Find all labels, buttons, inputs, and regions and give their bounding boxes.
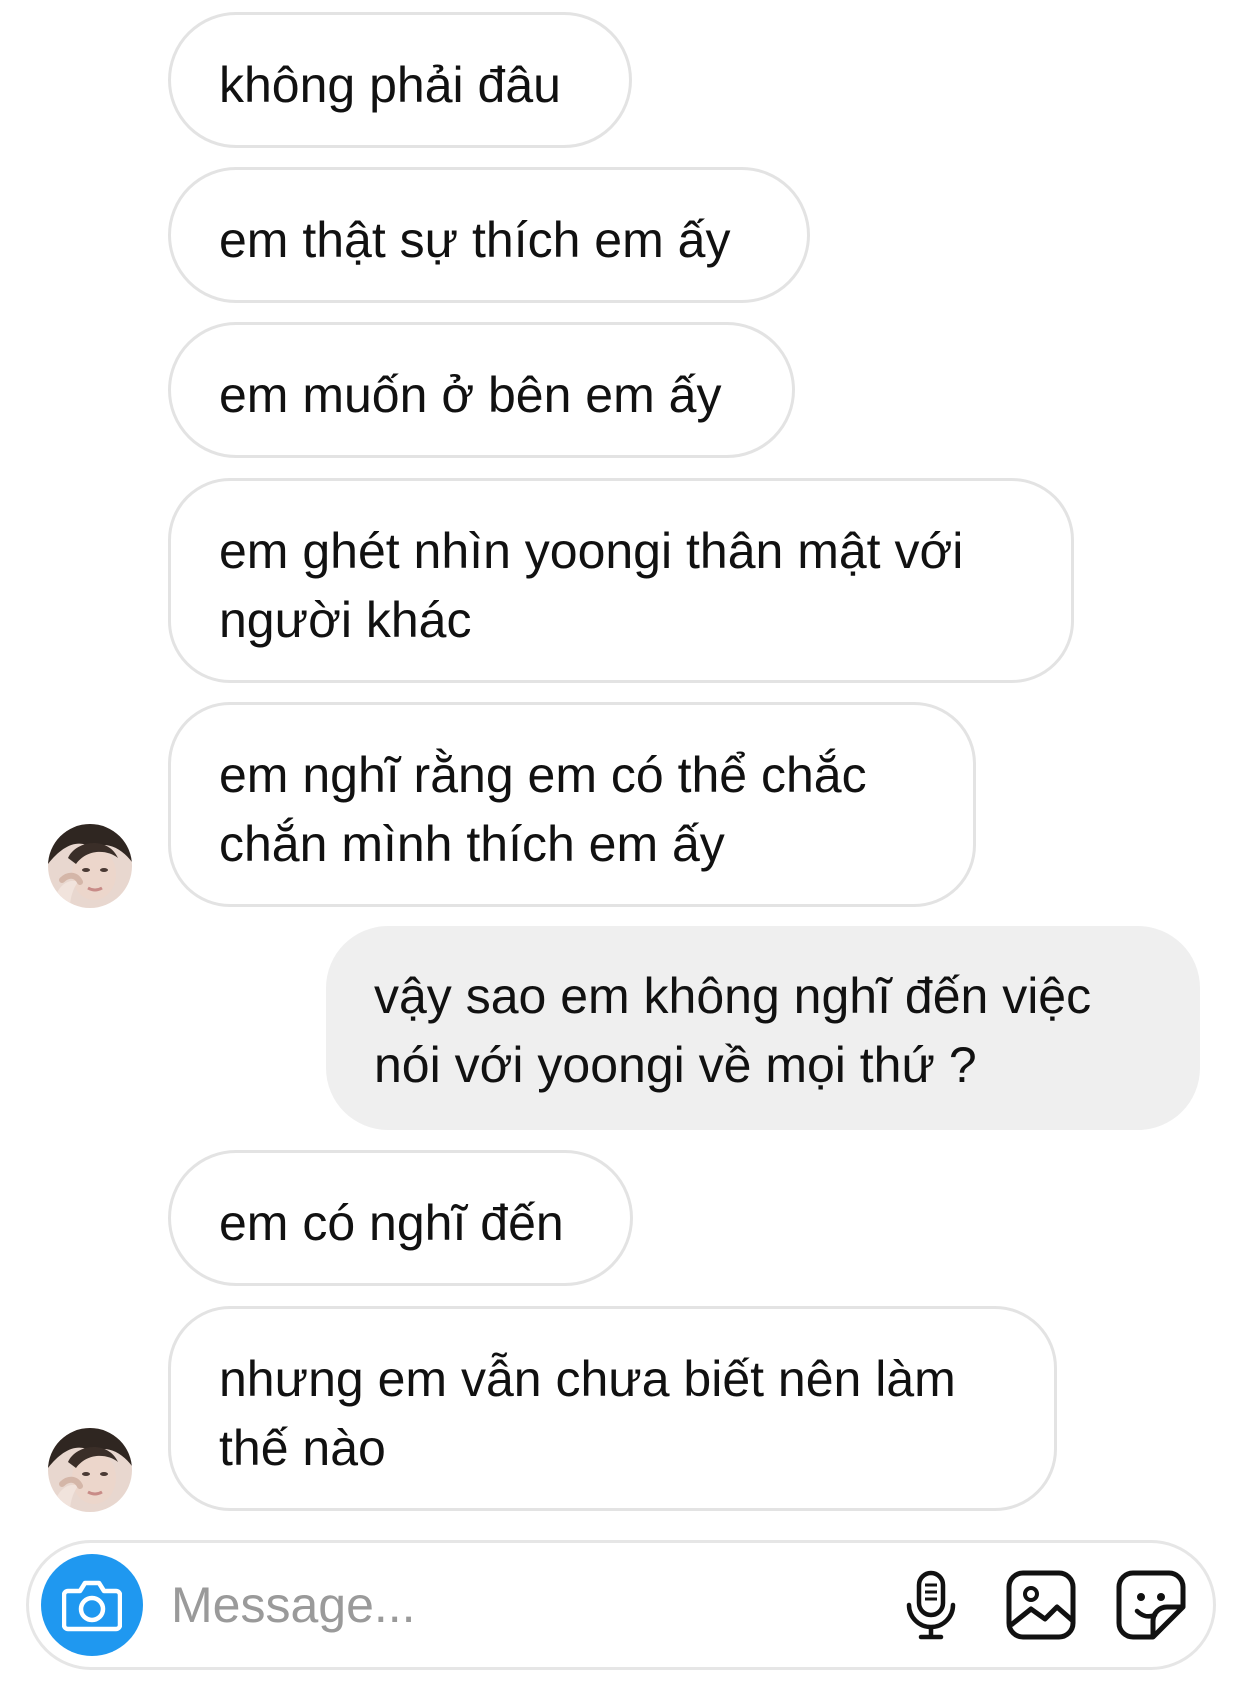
message-line: em nghĩ rằng em có thể chắc	[219, 747, 867, 803]
message-line: vậy sao em không nghĩ đến việc	[374, 968, 1092, 1024]
message-bubble-outgoing[interactable]: vậy sao em không nghĩ đến việc nói với y…	[326, 926, 1200, 1130]
avatar-photo	[48, 824, 132, 908]
message-bubble-incoming[interactable]: không phải đâu	[168, 12, 632, 148]
message-line: không phải đâu	[219, 57, 561, 113]
message-line: thế nào	[219, 1420, 386, 1476]
message-composer	[26, 1540, 1216, 1670]
avatar-photo	[48, 1428, 132, 1512]
gallery-button[interactable]	[1001, 1565, 1081, 1645]
camera-icon	[62, 1580, 122, 1632]
message-line: nhưng em vẫn chưa biết nên làm	[219, 1351, 956, 1407]
message-line: em muốn ở bên em ấy	[219, 367, 722, 423]
message-bubble-incoming[interactable]: nhưng em vẫn chưa biết nên làm thế nào	[168, 1306, 1057, 1511]
contact-avatar[interactable]	[48, 1428, 132, 1512]
message-line: người khác	[219, 592, 472, 648]
message-input[interactable]	[171, 1569, 771, 1641]
message-bubble-incoming[interactable]: em ghét nhìn yoongi thân mật với người k…	[168, 478, 1074, 683]
message-bubble-incoming[interactable]: em có nghĩ đến	[168, 1150, 633, 1286]
sticker-icon	[1116, 1570, 1186, 1640]
message-bubble-incoming[interactable]: em muốn ở bên em ấy	[168, 322, 795, 458]
message-line: nói với yoongi về mọi thứ ?	[374, 1037, 977, 1093]
microphone-button[interactable]	[891, 1565, 971, 1645]
camera-button[interactable]	[41, 1554, 143, 1656]
message-line: em có nghĩ đến	[219, 1195, 564, 1251]
message-bubble-incoming[interactable]: em nghĩ rằng em có thể chắc chắn mình th…	[168, 702, 976, 907]
message-thread: không phải đâu em thật sự thích em ấy em…	[0, 0, 1242, 1540]
photo-gallery-icon	[1006, 1570, 1076, 1640]
sticker-button[interactable]	[1111, 1565, 1191, 1645]
message-line: chắn mình thích em ấy	[219, 816, 725, 872]
message-line: em ghét nhìn yoongi thân mật với	[219, 523, 964, 579]
message-line: em thật sự thích em ấy	[219, 212, 731, 268]
message-bubble-incoming[interactable]: em thật sự thích em ấy	[168, 167, 810, 303]
microphone-icon	[906, 1570, 956, 1640]
contact-avatar[interactable]	[48, 824, 132, 908]
